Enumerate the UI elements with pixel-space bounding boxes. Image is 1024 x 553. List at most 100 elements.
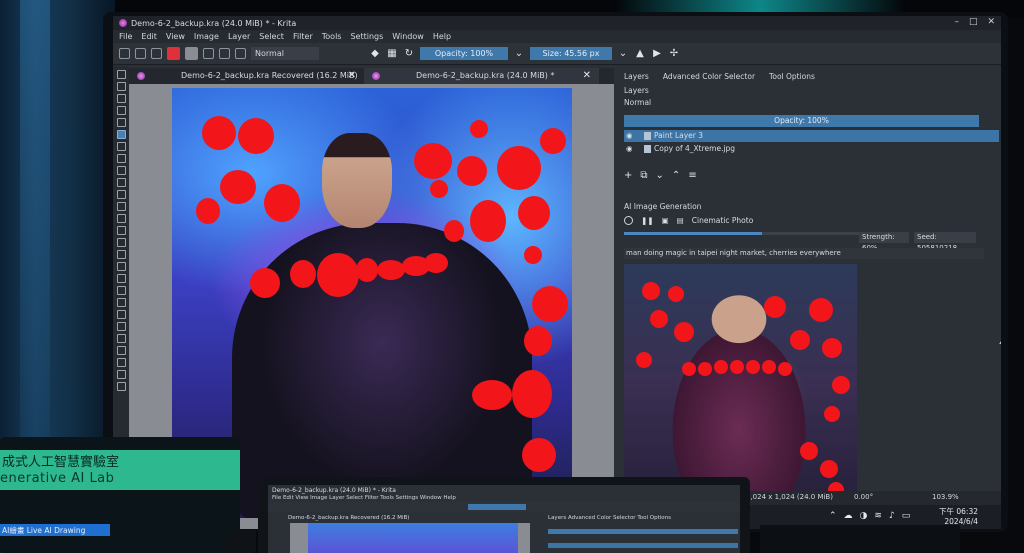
seed-field[interactable]: Seed: 505810218 [914, 232, 976, 252]
minimize-button[interactable]: – [954, 17, 959, 27]
polyline-tool-icon[interactable] [116, 190, 126, 199]
close-tab-icon[interactable]: ✕ [583, 68, 591, 84]
menu-image[interactable]: Image [194, 32, 219, 41]
menu-filter[interactable]: Filter [293, 32, 313, 41]
menu-window[interactable]: Window [392, 32, 424, 41]
gradient-tool-icon[interactable] [116, 286, 126, 295]
krita-logo-icon [119, 19, 127, 27]
background-color-swatch[interactable] [185, 47, 198, 60]
history-icon[interactable]: ▤ [677, 216, 684, 225]
colorize-mask-tool-icon[interactable] [116, 298, 126, 307]
visibility-eye-icon[interactable]: ◉ [626, 143, 633, 155]
menu-help[interactable]: Help [433, 32, 451, 41]
volume-icon[interactable]: ♪ [889, 511, 895, 521]
gradient-icon[interactable] [203, 48, 214, 59]
pattern-icon[interactable] [219, 48, 230, 59]
ai-result-preview[interactable] [624, 264, 857, 502]
tab-advanced-color-selector[interactable]: Advanced Color Selector [663, 72, 755, 81]
zoom-level[interactable]: 103.9% [932, 493, 959, 501]
crop-tool-icon[interactable] [116, 250, 126, 259]
mirror-horizontal-icon[interactable]: ▲ [634, 48, 646, 59]
eraser-mode-icon[interactable]: ◆ [369, 48, 381, 59]
size-lock-icon[interactable]: ⌄ [617, 48, 629, 59]
duplicate-layer-icon[interactable]: ⧉ [640, 170, 647, 181]
layer-opacity-slider[interactable]: Opacity: 100% [624, 115, 979, 127]
app-tray-icon[interactable]: ◑ [860, 511, 868, 521]
maximize-button[interactable]: □ [969, 17, 978, 27]
preserve-alpha-icon[interactable]: ▦ [386, 48, 398, 59]
strength-slider[interactable]: Strength: 60% [859, 232, 909, 252]
eyedropper-tool-icon[interactable] [116, 322, 126, 331]
freehand-path-tool-icon[interactable] [116, 214, 126, 223]
pause-icon[interactable]: ❚❚ [641, 216, 654, 225]
fill-tool-icon[interactable] [116, 310, 126, 319]
style-preset-select[interactable]: Cinematic Photo [692, 216, 754, 225]
chevron-up-icon[interactable]: ⌃ [829, 511, 837, 521]
generate-play-icon[interactable] [624, 215, 633, 225]
canvas-angle[interactable]: 0.00° [854, 493, 873, 501]
battery-icon[interactable]: ▭ [902, 511, 911, 521]
layer-row[interactable]: ◉ Paint Layer 3 [624, 130, 999, 142]
menu-layer[interactable]: Layer [228, 32, 250, 41]
menu-select[interactable]: Select [259, 32, 284, 41]
assistant-tool-icon[interactable] [116, 262, 126, 271]
open-document-icon[interactable] [135, 48, 146, 59]
clock[interactable]: 下午 06:32 2024/6/4 [939, 507, 978, 527]
layer-blend-mode-select[interactable]: Normal [624, 98, 651, 107]
rectangle-select-tool-icon[interactable] [116, 334, 126, 343]
move-layer-up-icon[interactable]: ⌃ [672, 170, 680, 181]
ellipse-tool-icon[interactable] [116, 166, 126, 175]
new-document-icon[interactable] [119, 48, 130, 59]
tab-active-document[interactable]: Demo-6-2_backup.kra (24.0 MiB) * ✕ [364, 68, 599, 84]
freehand-select-tool-icon[interactable] [116, 358, 126, 367]
save-document-icon[interactable] [151, 48, 162, 59]
red-brush-dot [377, 260, 405, 280]
transform-tool-icon[interactable] [116, 70, 126, 79]
freehand-brush-tool-icon[interactable] [116, 130, 126, 139]
prompt-input[interactable]: man doing magic in taipei night market, … [624, 248, 984, 259]
wrap-around-icon[interactable]: ✢ [668, 48, 680, 59]
preview-cherry [650, 310, 668, 328]
size-slider[interactable]: Size: 45.56 px [530, 47, 612, 60]
pan-tool-icon[interactable] [116, 382, 126, 391]
menu-file[interactable]: File [119, 32, 132, 41]
opacity-slider[interactable]: Opacity: 100% [420, 47, 508, 60]
calligraphy-tool-icon[interactable] [116, 118, 126, 127]
opacity-lock-icon[interactable]: ⌄ [513, 48, 525, 59]
text-tool-icon[interactable] [116, 94, 126, 103]
foreground-color-swatch[interactable] [167, 47, 180, 60]
laptop-layer-row [548, 543, 738, 548]
reload-preset-icon[interactable]: ↻ [403, 48, 415, 59]
layer-row[interactable]: ◉ Copy of 4_Xtreme.jpg [624, 143, 999, 155]
add-layer-icon[interactable]: + [624, 170, 632, 181]
dynamic-brush-tool-icon[interactable] [116, 226, 126, 235]
multibrush-tool-icon[interactable] [116, 238, 126, 247]
measure-tool-icon[interactable] [116, 274, 126, 283]
mirror-vertical-icon[interactable]: ▶ [651, 48, 663, 59]
tab-tool-options[interactable]: Tool Options [769, 72, 815, 81]
bezier-tool-icon[interactable] [116, 202, 126, 211]
move-tool-icon[interactable] [116, 82, 126, 91]
close-button[interactable]: ✕ [987, 17, 995, 27]
zoom-tool-icon[interactable] [116, 370, 126, 379]
move-layer-down-icon[interactable]: ⌄ [656, 170, 664, 181]
blend-mode-select[interactable]: Normal [251, 47, 319, 60]
rectangle-tool-icon[interactable] [116, 154, 126, 163]
menu-tools[interactable]: Tools [322, 32, 342, 41]
queue-icon[interactable]: ▣ [662, 216, 669, 225]
visibility-eye-icon[interactable]: ◉ [626, 130, 633, 142]
ellipse-select-tool-icon[interactable] [116, 346, 126, 355]
menu-settings[interactable]: Settings [350, 32, 383, 41]
tab-recovered-document[interactable]: Demo-6-2_backup.kra Recovered (16.2 MiB)… [129, 68, 364, 84]
cloud-icon[interactable]: ☁ [844, 511, 853, 521]
tab-layers[interactable]: Layers [624, 72, 649, 81]
wifi-icon[interactable]: ≋ [874, 511, 882, 521]
menu-edit[interactable]: Edit [141, 32, 157, 41]
line-tool-icon[interactable] [116, 142, 126, 151]
polygon-tool-icon[interactable] [116, 178, 126, 187]
edit-shapes-tool-icon[interactable] [116, 106, 126, 115]
brush-preset-icon[interactable] [235, 48, 246, 59]
layer-menu-icon[interactable]: ≡ [688, 170, 696, 181]
close-tab-icon[interactable]: ✕ [348, 68, 356, 84]
menu-view[interactable]: View [166, 32, 185, 41]
